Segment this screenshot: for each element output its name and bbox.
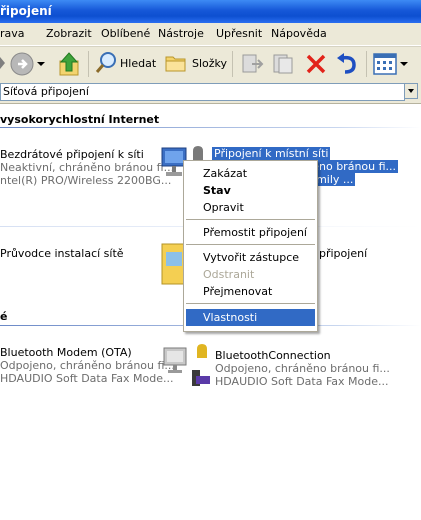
bt-modem-name: Bluetooth Modem (OTA) (0, 346, 132, 359)
menu-item-create-shortcut[interactable]: Vytvořit zástupce (186, 249, 315, 266)
menu-advanced[interactable]: Upřesnit (216, 27, 262, 40)
menu-item-disable[interactable]: Zakázat (186, 165, 315, 182)
group-header-highspeed: vysokorychlostní Internet (0, 113, 160, 126)
bt-modem-status: Odpojeno, chráněno bránou fi... (0, 359, 175, 372)
menu-item-create-shortcut-label: Vytvořit zástupce (203, 251, 300, 264)
menu-item-status[interactable]: Stav (186, 182, 315, 199)
menu-separator (186, 219, 315, 220)
context-menu: Zakázat Stav Opravit Přemostit připojení… (183, 160, 318, 332)
delete-button[interactable] (304, 52, 328, 79)
menu-item-bridge[interactable]: Přemostit připojení (186, 224, 315, 241)
bt-conn-name: BluetoothConnection (215, 349, 331, 362)
menu-item-bridge-label: Přemostit připojení (203, 226, 307, 239)
move-to-button[interactable] (240, 52, 266, 79)
lan-name: Připojení k místní síti (212, 147, 331, 160)
wireless-connection-item[interactable]: Bezdrátové připojení k síti Neaktivní, c… (0, 148, 174, 187)
forward-button[interactable] (10, 52, 46, 79)
delete-x-icon (306, 54, 326, 74)
back-arrow-icon[interactable] (0, 53, 6, 76)
copy-to-button[interactable] (271, 52, 297, 79)
bluetooth-modem-item[interactable]: Bluetooth Modem (OTA) Odpojeno, chráněno… (0, 346, 175, 385)
window-title: řipojení (0, 4, 52, 18)
menu-item-disable-label: Zakázat (203, 167, 248, 180)
menu-edit[interactable]: rava (0, 27, 25, 40)
search-button[interactable]: Hledat (95, 51, 159, 77)
bluetooth-connection-item[interactable]: BluetoothConnection Odpojeno, chráněno b… (160, 340, 390, 390)
folders-label: Složky (192, 57, 228, 70)
undo-icon (337, 53, 356, 74)
address-dropdown-icon[interactable] (404, 83, 418, 99)
bt-modem-device: HDAUDIO Soft Data Fax Mode... (0, 372, 174, 385)
menu-separator (186, 244, 315, 245)
network-wizard-item[interactable]: Průvodce instalací sítě (0, 247, 124, 260)
menu-help[interactable]: Nápověda (271, 27, 327, 40)
title-bar[interactable]: řipojení (0, 0, 421, 23)
menu-separator (186, 303, 315, 304)
wireless-status: Neaktivní, chráněno bránou fi... (0, 161, 175, 174)
folders-button[interactable]: Složky (164, 51, 228, 77)
wireless-device: ntel(R) PRO/Wireless 2200BG... (0, 174, 172, 187)
group-header-other: é (0, 310, 8, 323)
menu-item-properties-label: Vlastnosti (203, 311, 258, 324)
address-input[interactable]: Síťová připojení (0, 83, 405, 101)
folders-icon (165, 56, 186, 72)
bt-conn-device: HDAUDIO Soft Data Fax Mode... (215, 375, 389, 388)
wizard-icon (161, 243, 184, 285)
toolbar: Hledat Složky (0, 46, 421, 82)
menu-bar: rava Zobrazit Oblíbené Nástroje Upřesnit… (0, 23, 421, 46)
menu-item-status-label: Stav (203, 184, 231, 197)
bt-conn-status: Odpojeno, chráněno bránou fi... (215, 362, 390, 375)
wizard-name: Průvodce instalací sítě (0, 247, 124, 260)
bluetooth-connection-icon (163, 344, 210, 386)
menu-item-repair[interactable]: Opravit (186, 199, 315, 216)
bt-conn-text: BluetoothConnection Odpojeno, chráněno b… (215, 349, 390, 388)
menu-favorites[interactable]: Oblíbené (101, 27, 150, 40)
up-folder-icon (59, 52, 79, 76)
address-value: Síťová připojení (3, 85, 89, 98)
menu-item-properties[interactable]: Vlastnosti (186, 309, 315, 326)
menu-item-delete: Odstranit (186, 266, 315, 283)
address-bar: Síťová připojení (0, 81, 421, 104)
menu-view[interactable]: Zobrazit (46, 27, 92, 40)
menu-item-delete-label: Odstranit (203, 268, 255, 281)
wizard-name-2: připojení (319, 247, 368, 260)
views-icon (373, 53, 408, 75)
menu-item-repair-label: Opravit (203, 201, 244, 214)
search-label: Hledat (120, 57, 157, 70)
wireless-name: Bezdrátové připojení k síti (0, 148, 144, 161)
menu-item-rename[interactable]: Přejmenovat (186, 283, 315, 300)
views-button[interactable] (372, 52, 410, 79)
forward-icon (10, 52, 45, 76)
copy-to-icon (273, 54, 293, 74)
up-folder-button[interactable] (58, 51, 82, 80)
search-icon (95, 52, 116, 73)
undo-button[interactable] (334, 52, 360, 79)
menu-tools[interactable]: Nástroje (158, 27, 204, 40)
menu-item-rename-label: Přejmenovat (203, 285, 273, 298)
move-to-icon (242, 54, 264, 73)
group-divider (0, 127, 421, 128)
